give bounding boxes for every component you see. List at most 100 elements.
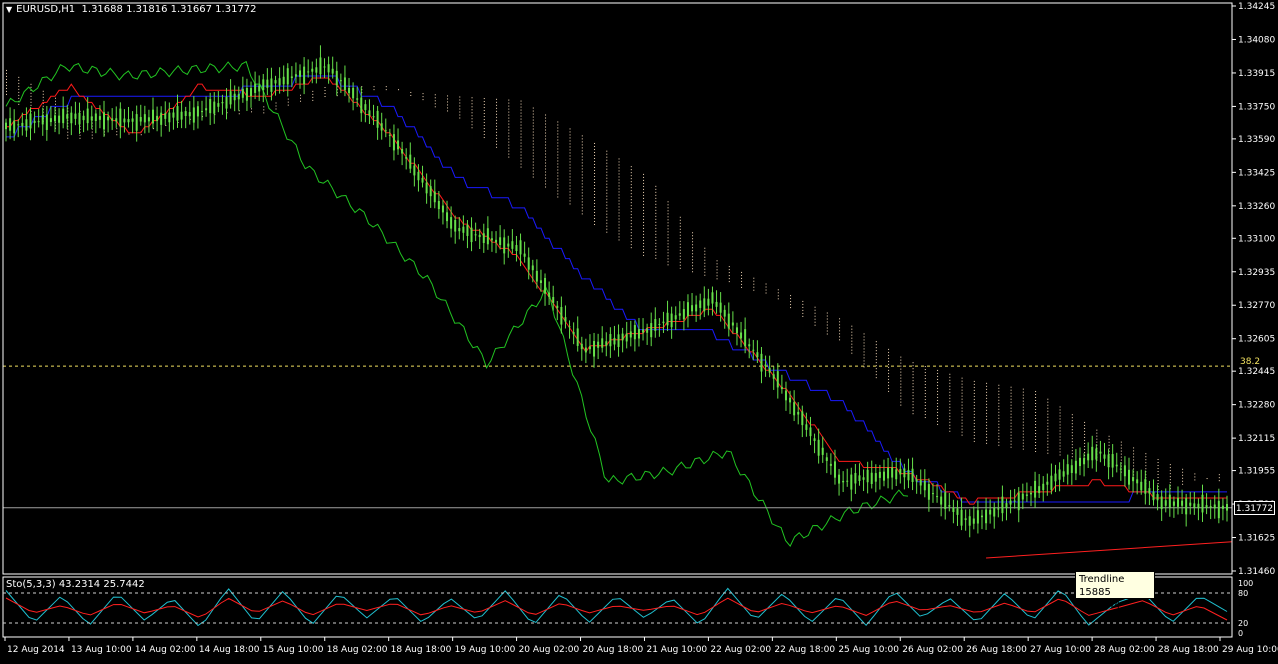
candle-body [41, 115, 44, 125]
candle-body [58, 115, 61, 123]
cloud-dot [618, 215, 620, 217]
candle-body [74, 113, 77, 119]
cloud-dot [1010, 437, 1012, 439]
x-tick-label: 26 Aug 02:00 [902, 645, 963, 655]
cloud-dot [1108, 444, 1110, 446]
cloud-dot [728, 275, 730, 277]
cloud-dot [667, 246, 669, 248]
cloud-dot [777, 289, 779, 291]
cloud-dot [1108, 435, 1110, 437]
cloud-dot [532, 170, 534, 172]
cloud-dot [55, 103, 57, 105]
cloud-dot [741, 286, 743, 288]
cloud-dot [569, 158, 571, 160]
cloud-dot [728, 269, 730, 271]
cloud-dot [618, 230, 620, 232]
cloud-dot [875, 362, 877, 364]
cloud-dot [728, 266, 730, 268]
cloud-dot [949, 400, 951, 402]
cloud-dot [961, 416, 963, 418]
cloud-dot [545, 138, 547, 140]
cloud-dot [924, 381, 926, 383]
chart-window[interactable]: 1.34245 1.34080 1.33915 1.33750 1.33590 1.334… [0, 0, 1278, 660]
cloud-dot [312, 93, 314, 95]
cloud-dot [1120, 441, 1122, 443]
candle-body [972, 518, 975, 524]
cloud-dot [606, 231, 608, 233]
cloud-dot [6, 84, 7, 86]
cloud-dot [851, 325, 853, 327]
cloud-dot [888, 378, 890, 380]
cloud-dot [875, 377, 877, 379]
cloud-dot [961, 428, 963, 430]
cloud-dot [422, 99, 424, 101]
cloud-dot [826, 312, 828, 314]
cloud-dot [520, 121, 522, 123]
cloud-dot [447, 98, 449, 100]
cloud-dot [606, 177, 608, 179]
cloud-dot [1035, 414, 1037, 416]
cloud-dot [912, 389, 914, 391]
cloud-dot [55, 97, 57, 99]
candle-body [903, 468, 906, 478]
candle-body [605, 341, 608, 346]
trendline [986, 541, 1233, 559]
cloud-dot [643, 230, 645, 232]
cloud-dot [1071, 432, 1073, 434]
cloud-dot [1059, 436, 1061, 438]
cloud-dot [618, 161, 620, 163]
cloud-dot [937, 408, 939, 410]
cloud-dot [924, 417, 926, 419]
candle-body [180, 111, 183, 120]
cloud-dot [18, 88, 20, 90]
cloud-dot [508, 123, 510, 125]
candle-body [299, 70, 302, 77]
cloud-dot [6, 90, 7, 92]
cloud-dot [986, 394, 988, 396]
cloud-dot [483, 122, 485, 124]
candle-body [70, 112, 73, 124]
cloud-dot [643, 239, 645, 241]
cloud-dot [606, 174, 608, 176]
candle-body [956, 508, 959, 515]
cloud-dot [655, 212, 657, 214]
cloud-dot [667, 228, 669, 230]
candle-body [1078, 457, 1081, 467]
candle-body [637, 329, 640, 339]
cloud-dot [410, 91, 412, 93]
candle-body [286, 68, 289, 85]
cloud-dot [1059, 412, 1061, 414]
cloud-dot [924, 399, 926, 401]
cloud-dot [630, 178, 632, 180]
cloud-dot [373, 89, 375, 91]
dropdown-triangle-icon[interactable]: ▼ [6, 5, 12, 14]
cloud-dot [18, 94, 20, 96]
cloud-dot [655, 218, 657, 220]
cloud-dot [961, 395, 963, 397]
candle-body [152, 109, 155, 124]
cloud-dot [1218, 474, 1220, 476]
cloud-dot [557, 142, 559, 144]
cloud-dot [679, 222, 681, 224]
cloud-dot [496, 128, 498, 130]
cloud-dot [692, 241, 694, 243]
cloud-dot [606, 213, 608, 215]
x-tick-label: 14 Aug 18:00 [199, 645, 260, 655]
candle-body [842, 480, 845, 483]
cloud-dot [434, 106, 436, 108]
cloud-dot [532, 113, 534, 115]
candle-body [658, 323, 661, 325]
cloud-dot [459, 108, 461, 110]
candle-body [188, 112, 191, 117]
cloud-dot [594, 163, 596, 165]
cloud-dot [496, 125, 498, 127]
chart-canvas[interactable]: 1.34245 1.34080 1.33915 1.33750 1.33590 1.334… [0, 0, 1278, 660]
cloud-dot [594, 184, 596, 186]
cloud-dot [569, 155, 571, 157]
cloud-dot [532, 134, 534, 136]
cloud-dot [912, 368, 914, 370]
candle-body [980, 515, 983, 518]
candle-body [1107, 454, 1110, 468]
cloud-dot [545, 159, 547, 161]
cloud-dot [618, 167, 620, 169]
